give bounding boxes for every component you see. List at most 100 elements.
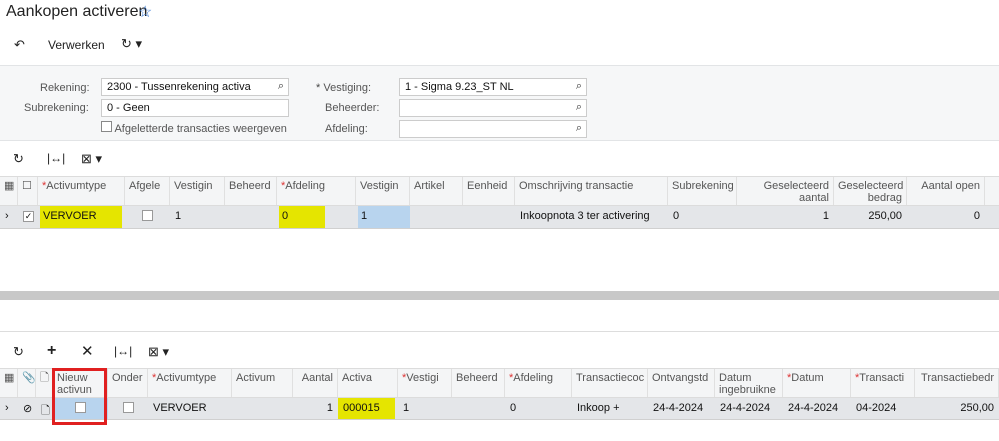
- column-header[interactable]: Datum ingebruikne: [715, 369, 783, 397]
- afgeletterd-checkbox[interactable]: [101, 121, 112, 132]
- table-cell[interactable]: 04-2024: [851, 398, 915, 419]
- row-checkbox[interactable]: ✓: [23, 211, 34, 222]
- table-cell[interactable]: ›: [0, 206, 18, 228]
- column-header[interactable]: Transactiecoc: [572, 369, 648, 397]
- column-header[interactable]: *Activumtype: [38, 177, 125, 205]
- table-cell[interactable]: VERVOER: [38, 206, 125, 228]
- column-header[interactable]: Vestigin: [356, 177, 410, 205]
- refresh-dropdown-button[interactable]: ↻ ▾: [121, 36, 142, 52]
- table-cell[interactable]: 250,00: [834, 206, 907, 228]
- column-header[interactable]: Afgele: [125, 177, 170, 205]
- column-config-icon[interactable]: ▦: [0, 369, 18, 397]
- table-cell[interactable]: [125, 206, 170, 228]
- table-cell[interactable]: 0: [907, 206, 985, 228]
- search-icon[interactable]: ⌕: [576, 122, 582, 135]
- table-cell[interactable]: 250,00: [915, 398, 999, 419]
- undo-icon[interactable]: ↶: [14, 37, 25, 53]
- table-cell[interactable]: Inkoopnota 3 ter activering: [515, 206, 668, 228]
- search-icon[interactable]: ⌕: [576, 80, 582, 93]
- row-expand-icon[interactable]: ›: [5, 402, 9, 414]
- column-header[interactable]: *Afdeling: [505, 369, 572, 397]
- row-expand-icon[interactable]: ›: [5, 210, 9, 222]
- search-icon[interactable]: ⌕: [278, 80, 284, 93]
- column-header[interactable]: Onder: [108, 369, 148, 397]
- column-header[interactable]: Artikel: [410, 177, 463, 205]
- table-cell[interactable]: 0: [505, 398, 572, 419]
- column-header[interactable]: Transactiebedr: [915, 369, 999, 397]
- table-cell[interactable]: [463, 206, 515, 228]
- search-icon[interactable]: ⌕: [576, 101, 582, 114]
- fit-columns-icon[interactable]: |↔|: [47, 151, 65, 165]
- process-button[interactable]: Verwerken: [48, 38, 105, 52]
- table-cell[interactable]: ›: [0, 398, 18, 419]
- table-cell[interactable]: 1: [737, 206, 834, 228]
- attachment-icon[interactable]: ⊘: [23, 403, 32, 415]
- table-row[interactable]: › ✓ VERVOER 1 0 1 Inkoopnota 3 ter activering 0…: [0, 206, 999, 229]
- column-header[interactable]: Activum: [232, 369, 293, 397]
- select-all-checkbox[interactable]: ☐: [18, 177, 38, 205]
- row-checkbox[interactable]: [142, 210, 153, 221]
- horizontal-scrollbar[interactable]: [0, 291, 999, 300]
- table-cell[interactable]: 24-4-2024: [715, 398, 783, 419]
- column-header[interactable]: Geselecteerd bedrag: [834, 177, 907, 205]
- table-row[interactable]: › ⊘ 🗋 VERVOER 1 000015 1 0 Inkoop +24-4-2024 24-4…: [0, 398, 999, 420]
- table-cell[interactable]: 24-4-2024: [648, 398, 715, 419]
- column-header[interactable]: Beheerd: [225, 177, 277, 205]
- table-cell[interactable]: ⊘: [18, 398, 36, 419]
- table-cell[interactable]: Inkoop +: [572, 398, 648, 419]
- export-excel-icon[interactable]: ⊠ ▾: [148, 344, 169, 360]
- table-cell[interactable]: ✓: [18, 206, 38, 228]
- column-config-icon[interactable]: ▦: [0, 177, 18, 205]
- table-cell[interactable]: 1: [293, 398, 338, 419]
- table-cell[interactable]: [225, 206, 277, 228]
- table-cell[interactable]: [232, 398, 293, 419]
- column-header[interactable]: *Vestigi: [398, 369, 452, 397]
- afgeletterd-label: Afgeletterde transacties weergeven: [114, 123, 287, 135]
- column-header[interactable]: Beheerd: [452, 369, 505, 397]
- row-checkbox[interactable]: [122, 402, 134, 413]
- column-header[interactable]: Ontvangstd: [648, 369, 715, 397]
- column-header[interactable]: Activa: [338, 369, 398, 397]
- column-header[interactable]: Aantal: [293, 369, 338, 397]
- column-header[interactable]: *Datum: [783, 369, 851, 397]
- table-cell[interactable]: [108, 398, 148, 419]
- add-row-icon[interactable]: +: [47, 342, 56, 360]
- table-cell[interactable]: 000015: [338, 398, 398, 419]
- table-cell[interactable]: 0: [668, 206, 737, 228]
- fit-columns-icon[interactable]: |↔|: [114, 344, 132, 358]
- column-header[interactable]: Aantal open: [907, 177, 985, 205]
- table-cell[interactable]: 0: [277, 206, 356, 228]
- delete-row-icon[interactable]: ✕: [81, 342, 94, 360]
- attachment-icon[interactable]: 📎: [18, 369, 36, 397]
- filter-form: Rekening: 2300 - Tussenrekening activa ⌕ …: [0, 65, 999, 141]
- beheerder-field[interactable]: ⌕: [399, 99, 587, 117]
- column-header[interactable]: Vestigin: [170, 177, 225, 205]
- table-cell[interactable]: [410, 206, 463, 228]
- table-cell[interactable]: 24-4-2024: [783, 398, 851, 419]
- afgeletterd-checkbox-wrap[interactable]: Afgeletterde transacties weergeven: [101, 121, 287, 135]
- rekening-field[interactable]: 2300 - Tussenrekening activa ⌕: [101, 78, 289, 96]
- refresh-icon[interactable]: ↻: [13, 151, 24, 167]
- column-header[interactable]: Eenheid: [463, 177, 515, 205]
- subrekening-field[interactable]: 0 - Geen: [101, 99, 289, 117]
- column-header[interactable]: *Afdeling: [277, 177, 356, 205]
- note-icon[interactable]: 🗋: [41, 405, 50, 417]
- table-cell[interactable]: [452, 398, 505, 419]
- column-header[interactable]: *Activumtype: [148, 369, 232, 397]
- refresh-icon[interactable]: ↻: [13, 344, 24, 360]
- favorite-star-icon[interactable]: ☆: [138, 2, 152, 22]
- table-cell[interactable]: VERVOER: [148, 398, 232, 419]
- column-header[interactable]: Omschrijving transactie: [515, 177, 668, 205]
- export-excel-icon[interactable]: ⊠ ▾: [81, 151, 102, 167]
- column-header[interactable]: *Transacti: [851, 369, 915, 397]
- grid-header: ▦ ☐ *Activumtype Afgele Vestigin Beheerd *Afde…: [0, 176, 999, 206]
- note-icon[interactable]: 🗋: [36, 369, 53, 397]
- table-cell[interactable]: 🗋: [36, 398, 53, 419]
- table-cell[interactable]: 1: [356, 206, 410, 228]
- table-cell[interactable]: 1: [398, 398, 452, 419]
- column-header[interactable]: Subrekening: [668, 177, 737, 205]
- table-cell[interactable]: 1: [170, 206, 225, 228]
- vestiging-field[interactable]: 1 - Sigma 9.23_ST NL ⌕: [399, 78, 587, 96]
- afdeling-field[interactable]: ⌕: [399, 120, 587, 138]
- column-header[interactable]: Geselecteerd aantal: [737, 177, 834, 205]
